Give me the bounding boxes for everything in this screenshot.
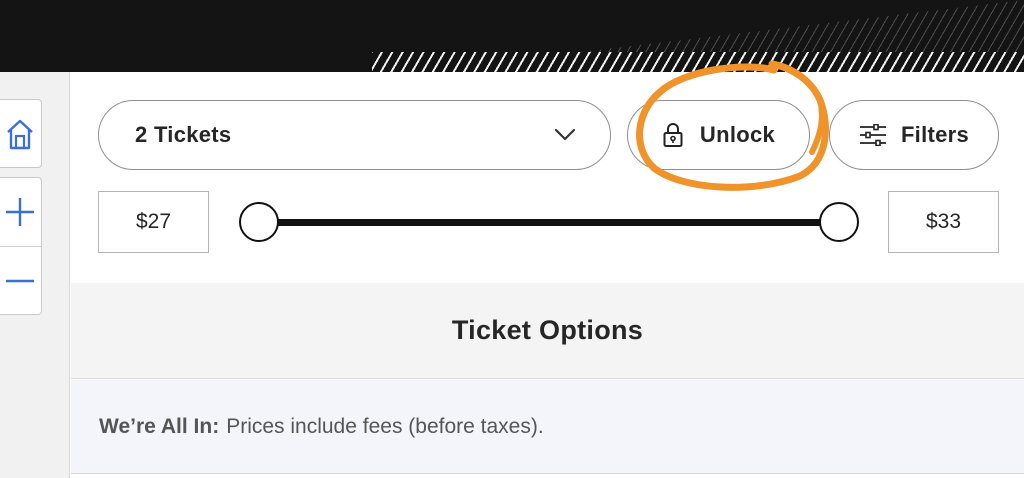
map-panel [0,72,70,478]
price-slider-min-handle[interactable] [239,202,279,242]
price-slider-max-handle[interactable] [819,202,859,242]
minus-icon [6,279,34,282]
fee-notice-strong: We’re All In: [99,414,220,438]
ticket-quantity-value: 2 Tickets [135,122,232,147]
chevron-down-icon [554,128,576,141]
map-zoom-controls [0,177,42,315]
zoom-out-button[interactable] [0,246,41,314]
header-stripe-pattern [372,52,1024,72]
ticket-options-title: Ticket Options [451,315,644,345]
plus-icon [6,198,34,226]
unlock-button[interactable]: Unlock [627,100,810,170]
lock-icon [663,123,683,147]
unlock-label: Unlock [699,122,776,147]
home-icon [7,119,33,149]
price-slider-track[interactable] [259,219,839,226]
sliders-icon [859,124,886,146]
fee-notice-text: Prices include fees (before taxes). [226,414,544,438]
zoom-in-button[interactable] [0,178,41,246]
filters-button[interactable]: Filters [829,100,999,170]
header-pattern [580,0,1024,52]
price-max-input[interactable]: $33 [888,191,999,253]
header-banner [0,0,1024,72]
ticket-quantity-select[interactable]: 2 Tickets [98,100,611,170]
fee-notice: We’re All In: Prices include fees (befor… [71,380,1024,474]
map-home-button[interactable] [0,99,42,168]
ticket-options-header: Ticket Options [71,283,1024,379]
filters-label: Filters [900,122,970,147]
price-min-input[interactable]: $27 [98,191,209,253]
